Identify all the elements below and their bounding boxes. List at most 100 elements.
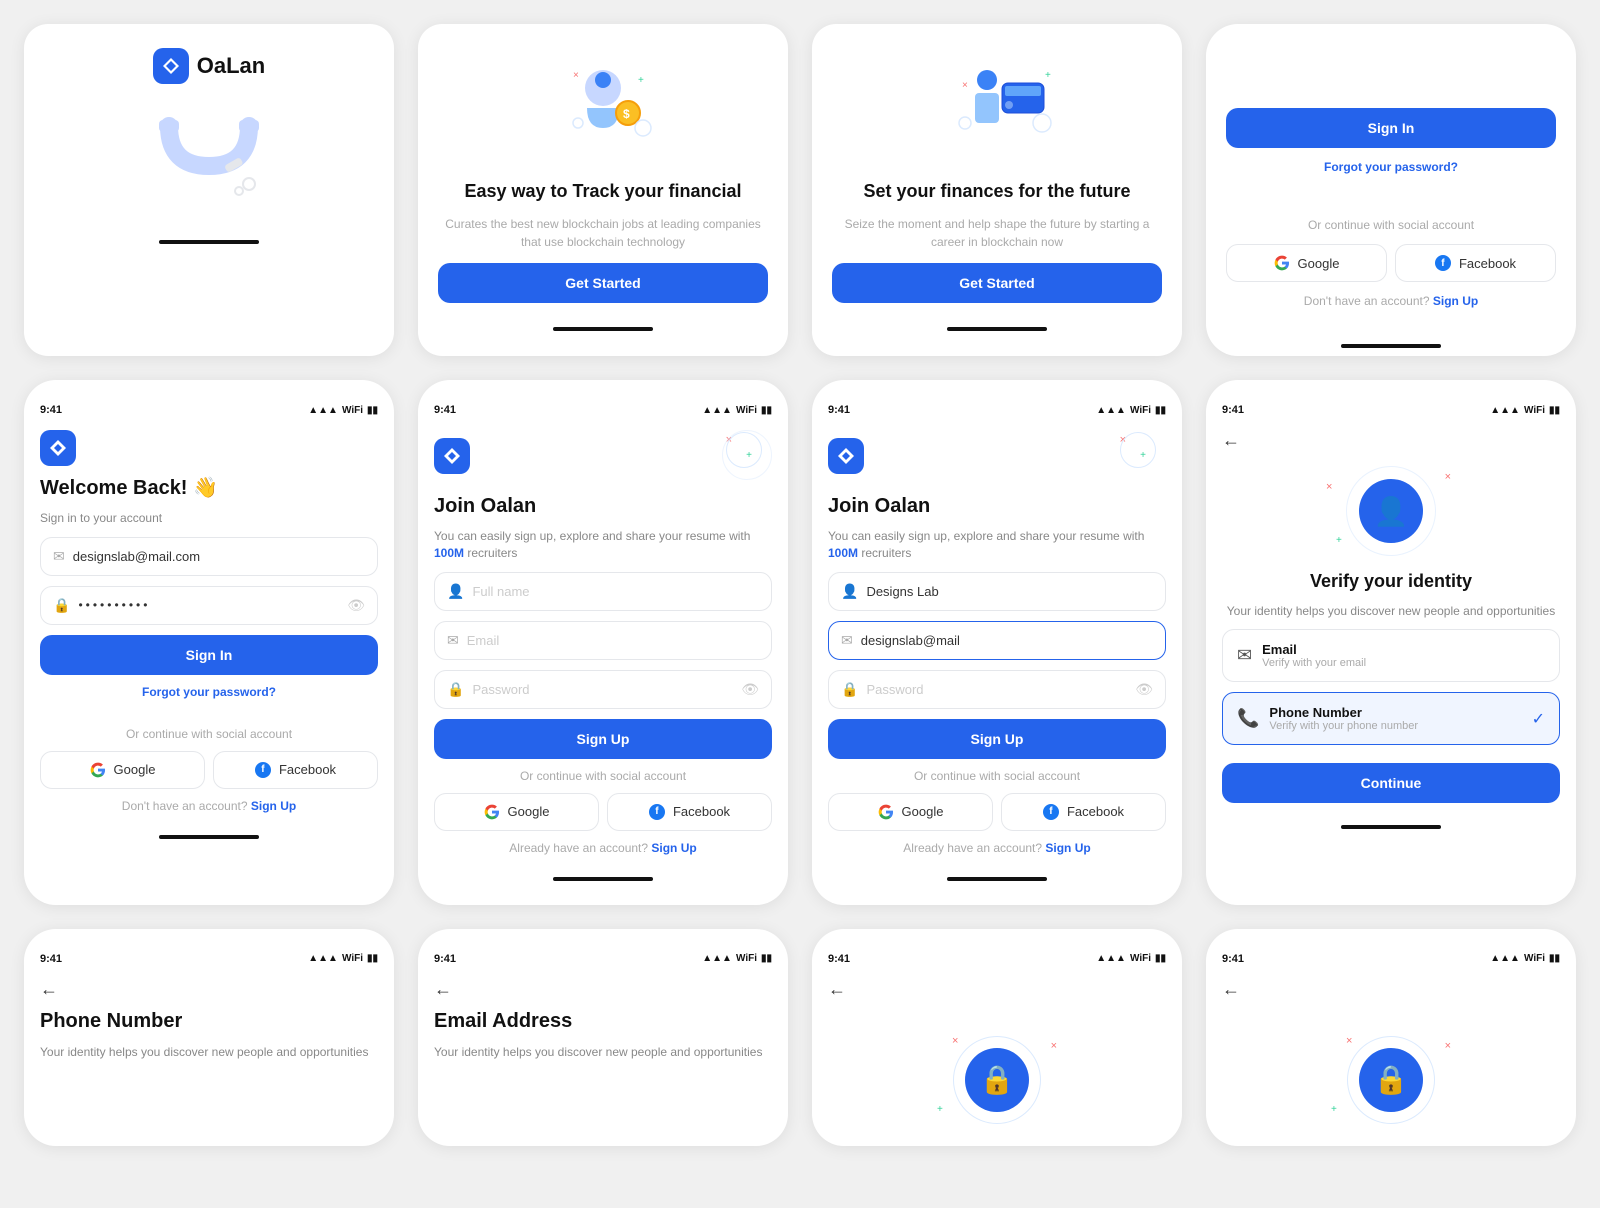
phone-number-content: 9:41 ▲▲▲ WiFi ▮▮ ← Phone Number Your ide… (24, 929, 394, 1077)
email-input[interactable]: ✉ designslab@mail (828, 621, 1166, 660)
lock-illustration-2: 🔒 × + × (1222, 1030, 1560, 1130)
status-bar: 9:41 ▲▲▲ WiFi ▮▮ (828, 945, 1166, 969)
email-option-icon: ✉ (1237, 645, 1252, 666)
wifi-icon: WiFi (342, 953, 363, 964)
social-row: Google f Facebook (40, 751, 378, 789)
signin-button[interactable]: Sign In (40, 635, 378, 675)
email-option-title: Email (1262, 642, 1366, 657)
finances-illustration: × + (832, 48, 1162, 168)
email-value: designslab@mail (861, 633, 960, 648)
battery-icon: ▮▮ (761, 405, 772, 416)
person-icon: 👤 (841, 583, 858, 600)
email-icon: ✉ (841, 632, 853, 649)
track-get-started-button[interactable]: Get Started (438, 263, 768, 303)
email-input[interactable]: ✉ Email (434, 621, 772, 660)
time: 9:41 (40, 953, 62, 965)
facebook-label: Facebook (279, 762, 336, 777)
signal-icon: ▲▲▲ (1490, 953, 1520, 964)
name-input[interactable]: 👤 Designs Lab (828, 572, 1166, 611)
welcome-back-content: 9:41 ▲▲▲ WiFi ▮▮ Welcome Back! 👋 Sign in… (24, 380, 394, 863)
signin-top-content: Sign In Forgot your password? Or continu… (1206, 24, 1576, 332)
password-input[interactable]: 🔒 Password 👁 (828, 670, 1166, 709)
forgot-password-link[interactable]: Forgot your password? (40, 685, 378, 699)
back-button[interactable]: ← (434, 979, 772, 1000)
signup-button[interactable]: Sign Up (828, 719, 1166, 759)
google-button[interactable]: Google (1226, 244, 1387, 282)
facebook-button[interactable]: f Facebook (1395, 244, 1556, 282)
status-icons: ▲▲▲ WiFi ▮▮ (1490, 953, 1560, 964)
status-bar: 9:41 ▲▲▲ WiFi ▮▮ (434, 396, 772, 420)
plus-mark: + (937, 1104, 943, 1115)
signal-icon: ▲▲▲ (1096, 405, 1126, 416)
back-button[interactable]: ← (1222, 979, 1560, 1000)
top-card-track: $ × + Easy way to Track your financial C… (418, 24, 788, 356)
email-icon: ✉ (53, 548, 65, 565)
google-label: Google (508, 804, 550, 819)
facebook-label: Facebook (1067, 804, 1124, 819)
signal-icon: ▲▲▲ (308, 953, 338, 964)
phone-option-sub: Verify with your phone number (1269, 720, 1418, 732)
finances-get-started-button[interactable]: Get Started (832, 263, 1162, 303)
password-input[interactable]: 🔒 •••••••••• 👁 (40, 586, 378, 625)
signal-icon: ▲▲▲ (702, 405, 732, 416)
back-button[interactable]: ← (828, 979, 1166, 1000)
phone-verify-option[interactable]: 📞 Phone Number Verify with your phone nu… (1222, 692, 1560, 745)
status-bar: 9:41 ▲▲▲ WiFi ▮▮ (40, 396, 378, 420)
lock-illustration: 🔒 × + × (828, 1030, 1166, 1130)
social-row: Google f Facebook (1226, 244, 1556, 282)
phone-number-subtitle: Your identity helps you discover new peo… (40, 1043, 378, 1061)
google-button[interactable]: Google (434, 793, 599, 831)
wifi-icon: WiFi (1524, 953, 1545, 964)
signup-button[interactable]: Sign Up (434, 719, 772, 759)
status-bar: 9:41 ▲▲▲ WiFi ▮▮ (434, 945, 772, 969)
phone-number-title: Phone Number (40, 1010, 378, 1033)
brand-name: OaLan (197, 53, 265, 79)
svg-text:$: $ (623, 107, 630, 121)
status-icons: ▲▲▲ WiFi ▮▮ (308, 405, 378, 416)
facebook-button[interactable]: f Facebook (1001, 793, 1166, 831)
home-indicator (1341, 825, 1441, 829)
welcome-back-card: 9:41 ▲▲▲ WiFi ▮▮ Welcome Back! 👋 Sign in… (24, 380, 394, 905)
continue-button[interactable]: Continue (1222, 763, 1560, 803)
signup-link[interactable]: Sign Up (251, 799, 296, 813)
email-address-title: Email Address (434, 1010, 772, 1033)
signup-link[interactable]: Sign Up (1045, 841, 1090, 855)
app-logo (434, 438, 470, 474)
fullname-input[interactable]: 👤 Full name (434, 572, 772, 611)
brand-diamond-icon (153, 48, 189, 84)
email-input[interactable]: ✉ designslab@mail.com (40, 537, 378, 576)
signup-link[interactable]: Sign Up (651, 841, 696, 855)
facebook-button[interactable]: f Facebook (213, 751, 378, 789)
signin-top-button[interactable]: Sign In (1226, 108, 1556, 148)
x-mark-2: × (952, 1035, 958, 1047)
eye-icon: 👁 (347, 597, 365, 614)
time: 9:41 (828, 404, 850, 416)
back-button[interactable]: ← (40, 979, 378, 1000)
x-mark: × (1445, 1040, 1451, 1052)
scatter-area: × + (828, 430, 1166, 480)
email-value: designslab@mail.com (73, 549, 200, 564)
ring-2 (722, 430, 772, 480)
signal-icon: ▲▲▲ (702, 953, 732, 964)
google-button[interactable]: Google (40, 751, 205, 789)
join-oalan-filled-card: 9:41 ▲▲▲ WiFi ▮▮ × + Join Oalan (812, 380, 1182, 905)
lock-icon: 🔒 (447, 681, 464, 698)
status-bar: 9:41 ▲▲▲ WiFi ▮▮ (828, 396, 1166, 420)
signup-link[interactable]: Sign Up (1433, 294, 1478, 308)
status-bar: 9:41 ▲▲▲ WiFi ▮▮ (1222, 396, 1560, 420)
home-indicator (947, 877, 1047, 881)
wifi-icon: WiFi (1130, 953, 1151, 964)
battery-icon: ▮▮ (1155, 405, 1166, 416)
email-verify-option[interactable]: ✉ Email Verify with your email (1222, 629, 1560, 682)
forgot-password-link[interactable]: Forgot your password? (1226, 160, 1556, 174)
battery-icon: ▮▮ (367, 405, 378, 416)
phone-option-icon: 📞 (1237, 708, 1259, 729)
google-icon (1274, 255, 1290, 271)
facebook-button[interactable]: f Facebook (607, 793, 772, 831)
google-icon (484, 804, 500, 820)
google-button[interactable]: Google (828, 793, 993, 831)
battery-icon: ▮▮ (1549, 405, 1560, 416)
back-button[interactable]: ← (1222, 430, 1560, 451)
password-input[interactable]: 🔒 Password 👁 (434, 670, 772, 709)
or-divider: Or continue with social account (1226, 218, 1556, 232)
